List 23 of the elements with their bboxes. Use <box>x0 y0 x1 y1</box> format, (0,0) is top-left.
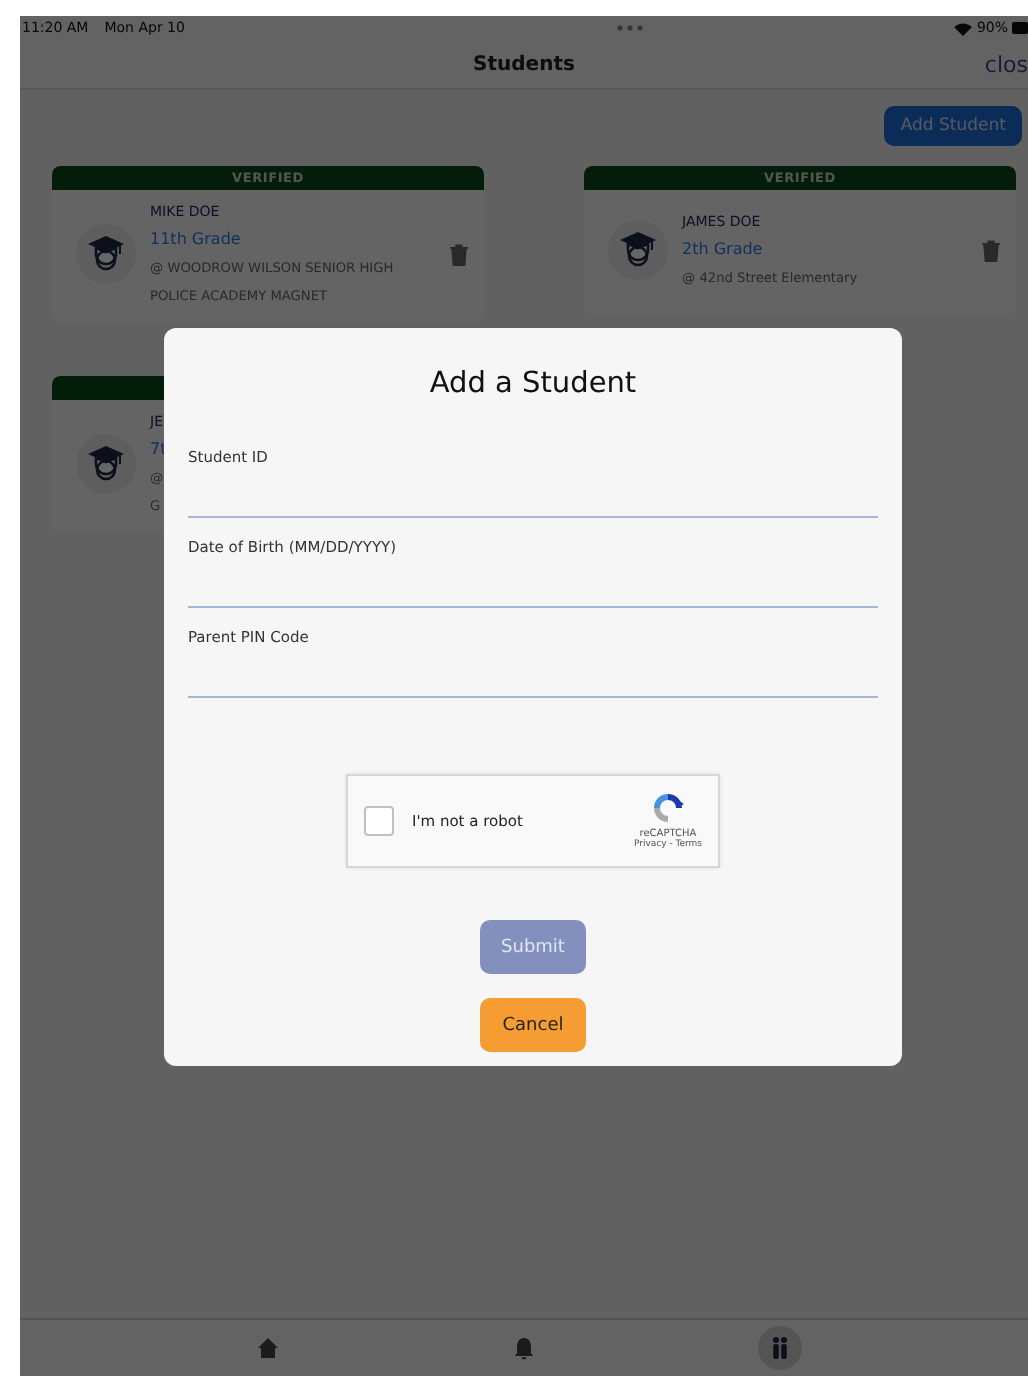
graduate-icon <box>86 234 126 274</box>
captcha-checkbox[interactable] <box>364 806 394 836</box>
trash-icon <box>450 243 468 265</box>
recaptcha-logo-icon <box>649 792 686 824</box>
bell-icon <box>512 1336 536 1360</box>
cancel-button[interactable]: Cancel <box>480 998 586 1052</box>
wifi-icon <box>954 21 973 35</box>
graduate-icon <box>618 230 658 270</box>
dialog-title: Add a Student <box>429 368 637 400</box>
tab-button[interactable] <box>758 1326 802 1370</box>
home-icon <box>256 1336 280 1360</box>
delete-button[interactable] <box>450 243 468 265</box>
multitask-dots-icon <box>615 24 644 32</box>
graduate-icon <box>86 444 126 484</box>
delete-button[interactable] <box>982 239 1000 261</box>
student-grade: 11th Grade <box>150 228 241 252</box>
page-title: Students <box>473 53 575 75</box>
student-grade: 2th Grade <box>682 238 763 262</box>
add-student-button[interactable]: Add Student <box>884 106 1022 146</box>
trash-icon <box>982 239 1000 261</box>
close-link[interactable]: clos <box>984 51 1028 77</box>
battery-icon <box>1012 22 1028 34</box>
people-icon <box>768 1336 792 1360</box>
